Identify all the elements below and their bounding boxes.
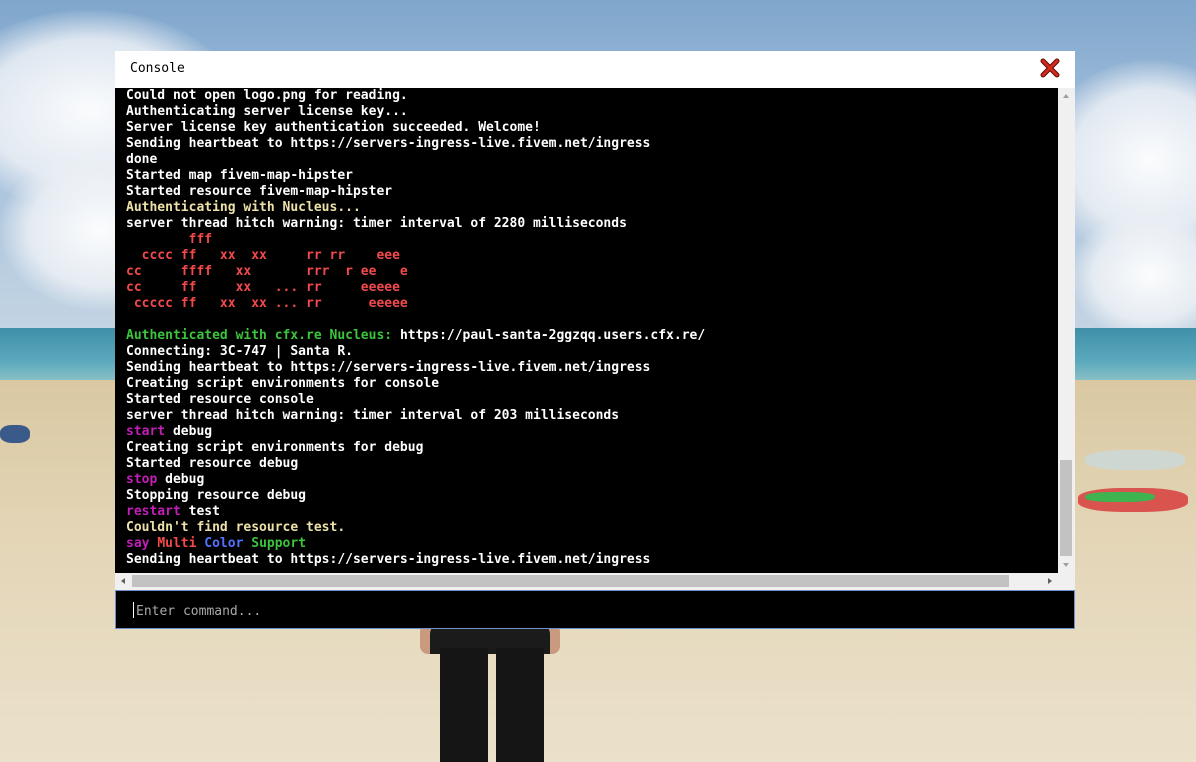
console-line-segment: start <box>126 424 166 439</box>
console-line-segment: done <box>126 152 158 167</box>
console-line: Started resource debug <box>126 456 705 472</box>
console-line-segment: cccc ff xx xx rr rr eee <box>126 248 400 263</box>
console-line-segment: server thread hitch warning: timer inter… <box>126 216 627 231</box>
console-line: done <box>126 152 705 168</box>
console-line: server thread hitch warning: timer inter… <box>126 216 705 232</box>
console-line-segment <box>126 312 134 327</box>
console-line-segment: Authenticating with Nucleus... <box>126 200 361 215</box>
console-line: fff <box>126 232 705 248</box>
console-line-segment: Creating script environments for console <box>126 376 440 391</box>
console-line: Authenticating with Nucleus... <box>126 200 705 216</box>
vertical-scroll-thumb[interactable] <box>1060 460 1072 556</box>
console-line-segment: Authenticating server license key... <box>126 104 408 119</box>
beach-towel <box>1085 492 1155 502</box>
console-line: Could not open logo.png for reading. <box>126 88 705 104</box>
console-line <box>126 312 705 328</box>
console-line-segment: Could not open logo.png for reading. <box>126 88 408 103</box>
console-line-segment: Sending heartbeat to https://servers-ing… <box>126 360 651 375</box>
console-line: Authenticating server license key... <box>126 104 705 120</box>
console-line: cccc ff xx xx rr rr eee <box>126 248 705 264</box>
console-line-segment: Couldn't find resource test. <box>126 520 346 535</box>
console-line: Started resource fivem-map-hipster <box>126 184 705 200</box>
console-window: Console Could not open logo.png for read… <box>115 51 1075 629</box>
console-line-segment: stop <box>126 472 158 487</box>
command-input[interactable] <box>134 599 1058 623</box>
console-line: Started resource console <box>126 392 705 408</box>
console-line-segment: Started resource console <box>126 392 314 407</box>
command-input-container <box>115 590 1075 629</box>
console-line: cc ff xx ... rr eeeee <box>126 280 705 296</box>
console-line: Sending heartbeat to https://servers-ing… <box>126 136 705 152</box>
console-line-segment: restart <box>126 504 181 519</box>
console-line-segment: say <box>126 536 158 551</box>
console-line-segment: Multi <box>157 536 205 551</box>
console-line: Sending heartbeat to https://servers-ing… <box>126 360 705 376</box>
console-line-segment: fff <box>126 232 213 247</box>
console-line-segment: Started resource debug <box>126 456 299 471</box>
console-line: Server license key authentication succee… <box>126 120 705 136</box>
console-line-segment: debug <box>165 424 213 439</box>
console-line-segment: cc ffff xx rrr r ee e <box>126 264 408 279</box>
console-line-segment: Sending heartbeat to https://servers-ing… <box>126 136 651 151</box>
arrow-down-icon[interactable] <box>1058 556 1075 573</box>
arrow-left-icon[interactable] <box>115 573 132 590</box>
console-line: start debug <box>126 424 705 440</box>
console-line: say Multi Color Support <box>126 536 705 552</box>
player-character <box>420 624 560 762</box>
console-line-segment: debug <box>157 472 205 487</box>
beach-towel <box>1085 450 1185 470</box>
console-line: Creating script environments for debug <box>126 440 705 456</box>
console-line: cc ffff xx rrr r ee e <box>126 264 705 280</box>
character-leg <box>496 648 544 762</box>
window-title: Console <box>130 61 185 76</box>
console-line: Authenticated with cfx.re Nucleus: https… <box>126 328 705 344</box>
console-line-segment: Support <box>251 536 307 551</box>
arrow-right-icon[interactable] <box>1041 573 1058 590</box>
console-line-segment: Authenticated with cfx.re Nucleus: <box>126 328 400 343</box>
console-line-segment: Server license key authentication succee… <box>126 120 541 135</box>
console-line-segment: server thread hitch warning: timer inter… <box>126 408 620 423</box>
console-line: Couldn't find resource test. <box>126 520 705 536</box>
character-leg <box>440 648 488 762</box>
console-line-segment: cc ff xx ... rr eeeee <box>126 280 400 295</box>
console-line: Connecting: 3C-747 | Santa R. <box>126 344 705 360</box>
console-line: ccccc ff xx xx ... rr eeeee <box>126 296 705 312</box>
horizontal-scrollbar[interactable] <box>115 573 1058 590</box>
console-line: Creating script environments for console <box>126 376 705 392</box>
console-line-segment: test <box>180 504 220 519</box>
console-line-segment: Color <box>204 536 252 551</box>
scrollbar-corner <box>1058 573 1075 590</box>
title-bar[interactable]: Console <box>115 51 1075 88</box>
console-line-segment: ccccc ff xx xx ... rr eeeee <box>126 296 408 311</box>
console-line: server thread hitch warning: timer inter… <box>126 408 705 424</box>
horizontal-scroll-thumb[interactable] <box>132 575 1009 587</box>
console-line-segment: Stopping resource debug <box>126 488 307 503</box>
console-line: Sending heartbeat to https://servers-ing… <box>126 552 705 568</box>
console-line-segment: Creating script environments for debug <box>126 440 424 455</box>
console-line: Stopping resource debug <box>126 488 705 504</box>
console-line: stop debug <box>126 472 705 488</box>
console-line: restart test <box>126 504 705 520</box>
console-line: Started map fivem-map-hipster <box>126 168 705 184</box>
output-lines: Could not open logo.png for reading. Auth… <box>115 88 705 568</box>
vertical-scrollbar[interactable] <box>1058 88 1075 573</box>
console-line-segment: Started map fivem-map-hipster <box>126 168 353 183</box>
close-x-icon <box>1040 58 1060 78</box>
console-line-segment: Sending heartbeat to https://servers-ing… <box>126 552 651 567</box>
console-output[interactable]: Could not open logo.png for reading. Auth… <box>115 88 1058 573</box>
console-line-segment: Connecting: 3C-747 | Santa R. <box>126 344 353 359</box>
close-button[interactable] <box>1040 58 1060 78</box>
console-line-segment: https://paul-santa-2ggzqq.users.cfx.re/ <box>399 328 706 343</box>
beach-towel <box>0 425 30 443</box>
arrow-up-icon[interactable] <box>1058 88 1075 105</box>
console-line-segment: Started resource fivem-map-hipster <box>126 184 393 199</box>
